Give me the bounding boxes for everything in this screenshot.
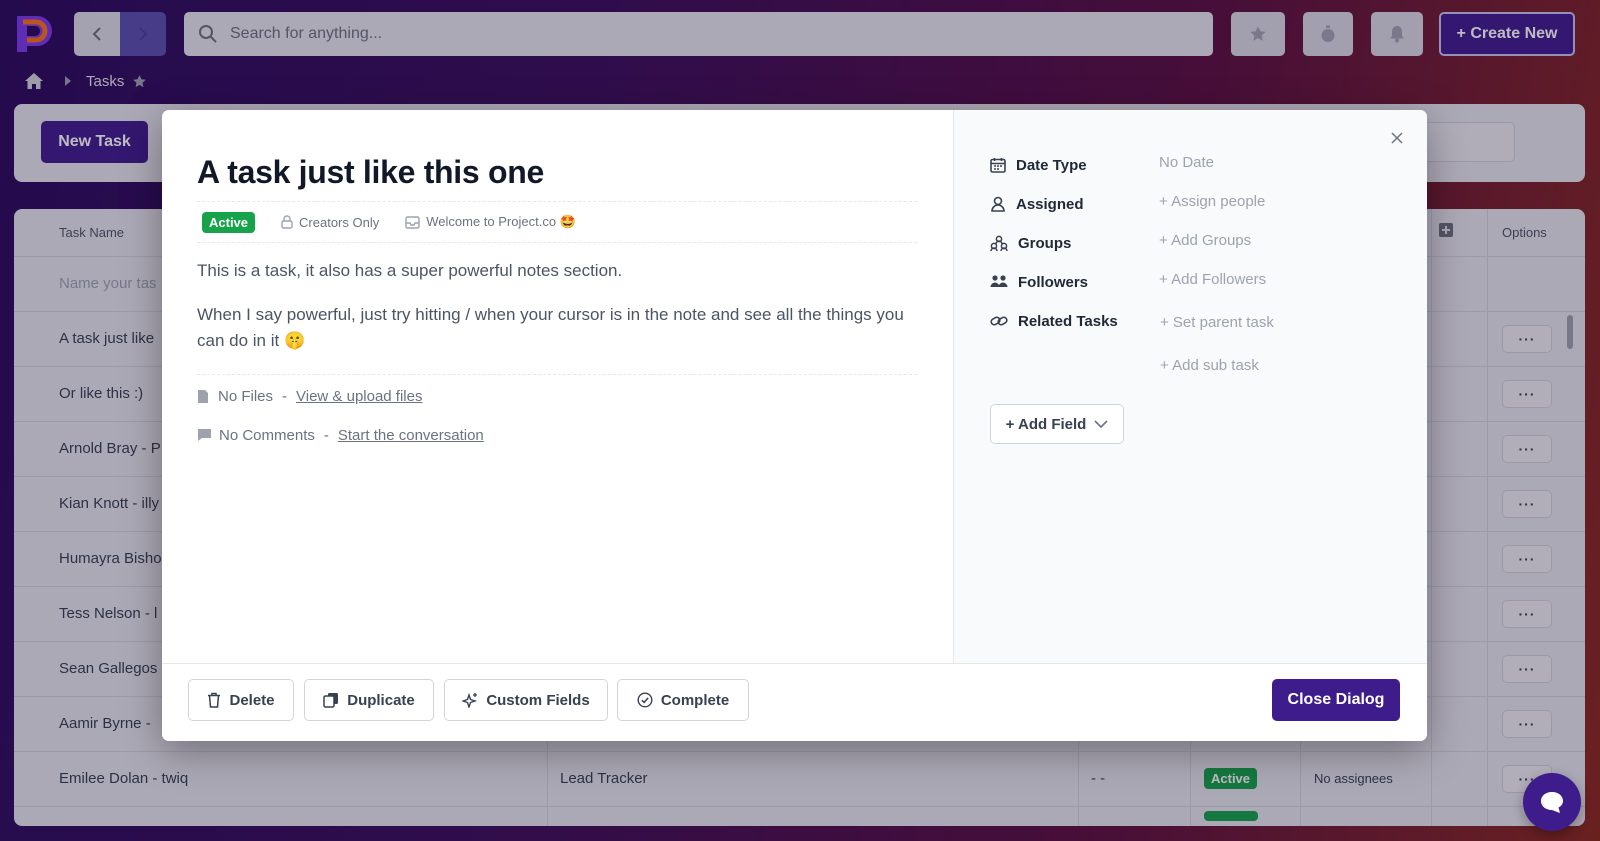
followers-icon	[990, 275, 1008, 287]
chat-launcher-button[interactable]	[1523, 773, 1581, 831]
duplicate-label: Duplicate	[347, 691, 415, 709]
link-icon	[990, 316, 1008, 326]
dialog-footer: Delete Duplicate Custom Fields Complete …	[162, 663, 1427, 741]
set-parent-task-link[interactable]: + Set parent task	[1160, 314, 1274, 331]
task-dialog: A task just like this one Active Creator…	[162, 110, 1427, 741]
comment-icon	[198, 429, 211, 441]
check-circle-icon	[637, 692, 653, 708]
notes-paragraph: When I say powerful, just try hitting / …	[197, 305, 904, 350]
project-label: Welcome to Project.co 🤩	[426, 214, 576, 229]
date-type-value[interactable]: No Date	[1159, 154, 1214, 171]
upload-files-link[interactable]: View & upload files	[296, 388, 422, 405]
complete-label: Complete	[660, 691, 730, 709]
task-meta-bar: Active Creators Only Welcome to Project.…	[197, 201, 917, 243]
chevron-down-icon	[1094, 420, 1108, 428]
task-main-pane: A task just like this one Active Creator…	[162, 110, 953, 663]
close-icon[interactable]	[1387, 128, 1407, 148]
field-label: Assigned	[1016, 195, 1084, 213]
inbox-icon	[405, 215, 420, 229]
close-dialog-button[interactable]: Close Dialog	[1272, 679, 1400, 721]
assign-people-link[interactable]: + Assign people	[1159, 193, 1265, 210]
add-field-label: + Add Field	[1005, 415, 1087, 433]
delete-button[interactable]: Delete	[188, 679, 294, 721]
visibility-setting[interactable]: Creators Only	[281, 215, 379, 230]
groups-icon	[990, 235, 1008, 251]
lock-icon	[281, 215, 293, 229]
sparkle-icon	[462, 692, 478, 708]
delete-label: Delete	[229, 691, 275, 709]
task-fields-pane: Date Type No Date Assigned + Assign peop…	[953, 110, 1427, 663]
add-groups-link[interactable]: + Add Groups	[1159, 232, 1251, 249]
field-label: Date Type	[1016, 156, 1087, 174]
field-date-type: Date Type	[990, 154, 1156, 176]
task-title[interactable]: A task just like this one	[197, 154, 544, 191]
files-status: No Files	[218, 387, 274, 405]
field-assigned: Assigned	[990, 193, 1156, 215]
trash-icon	[208, 692, 221, 708]
custom-fields-button[interactable]: Custom Fields	[444, 679, 608, 721]
complete-button[interactable]: Complete	[617, 679, 749, 721]
task-notes[interactable]: This is a task, it also has a super powe…	[197, 258, 917, 372]
status-badge[interactable]: Active	[202, 211, 256, 233]
field-followers: Followers	[990, 271, 1158, 293]
custom-fields-label: Custom Fields	[486, 691, 590, 709]
calendar-icon	[990, 158, 1006, 173]
file-icon	[198, 389, 208, 403]
chat-bubble-icon	[1541, 792, 1563, 813]
files-section: No Files - View & upload files	[197, 385, 422, 407]
notes-paragraph: This is a task, it also has a super powe…	[197, 261, 623, 280]
field-related-tasks: Related Tasks	[990, 310, 1158, 332]
start-conversation-link[interactable]: Start the conversation	[338, 427, 484, 444]
visibility-label: Creators Only	[299, 214, 380, 230]
duplicate-button[interactable]: Duplicate	[304, 679, 434, 721]
add-sub-task-link[interactable]: + Add sub task	[1160, 357, 1259, 374]
separator: -	[282, 387, 288, 405]
field-label: Followers	[1018, 273, 1089, 291]
separator: -	[323, 426, 329, 444]
project-link[interactable]: Welcome to Project.co 🤩	[405, 214, 576, 230]
comments-status: No Comments	[219, 426, 315, 444]
divider	[197, 374, 917, 375]
user-icon	[991, 196, 1005, 212]
field-label: Related Tasks	[1018, 312, 1118, 330]
duplicate-icon	[323, 693, 339, 708]
add-followers-link[interactable]: + Add Followers	[1159, 271, 1266, 288]
comments-section: No Comments - Start the conversation	[197, 424, 484, 446]
add-field-button[interactable]: + Add Field	[990, 404, 1124, 444]
field-label: Groups	[1018, 234, 1072, 252]
field-groups: Groups	[990, 232, 1158, 254]
